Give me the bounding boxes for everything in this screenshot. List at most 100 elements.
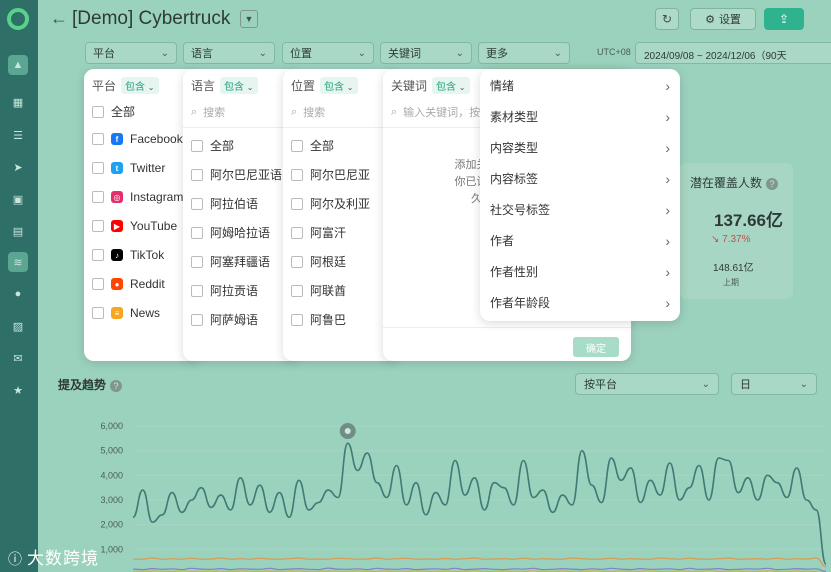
chevron-down-icon: ⌄ [701,378,710,390]
location-option[interactable]: 阿尔巴尼亚 [291,166,370,183]
chevron-down-icon[interactable]: ▼ [240,10,258,28]
checkbox[interactable] [92,162,104,174]
location-option[interactable]: 阿根廷 [291,253,346,270]
more-filter-item[interactable]: 作者年龄段 › [490,294,670,311]
sidebar-item-image-icon[interactable]: ▨ [8,316,28,336]
export-button[interactable]: ⇪ [764,8,804,30]
include-select[interactable]: 包含 ⌄ [121,77,159,94]
checkbox[interactable] [92,307,104,319]
confirm-button[interactable]: 确定 [573,337,619,357]
chevron-right-icon: › [665,77,670,94]
option-label: 阿尔及利亚 [310,197,371,211]
sidebar-item-chat-icon[interactable]: ▣ [8,189,28,209]
filter-language[interactable]: 语言 ⌄ [183,42,275,64]
checkbox[interactable] [92,105,104,118]
youtube-icon: ▶ [111,220,123,232]
menu-item-label: 作者年龄段 [490,296,551,310]
checkbox[interactable] [291,197,303,210]
checkbox[interactable] [291,139,303,152]
checkbox[interactable] [291,284,303,297]
more-filter-item[interactable]: 内容标签 › [490,170,670,187]
checkbox[interactable] [92,133,104,145]
more-filter-item[interactable]: 作者 › [490,232,670,249]
language-option[interactable]: 阿萨姆语 [191,311,258,328]
sidebar-item-dashboard-icon[interactable]: ▦ [8,92,28,112]
more-filter-item[interactable]: 素材类型 › [490,108,670,125]
location-option[interactable]: 全部 [291,137,334,154]
sidebar-item-send-icon[interactable]: ➤ [8,157,28,177]
language-option[interactable]: 阿拉贡语 [191,282,258,299]
more-filter-item[interactable]: 内容类型 › [490,139,670,156]
more-filter-item[interactable]: 作者性别 › [490,263,670,280]
filter-keyword[interactable]: 关键词 ⌄ [380,42,472,64]
filter-location[interactable]: 位置 ⌄ [282,42,374,64]
platform-option[interactable]: 全部 [92,103,135,120]
checkbox[interactable] [291,168,303,181]
platform-option[interactable]: ♪ TikTok [92,248,164,262]
language-option[interactable]: 阿塞拜疆语 [191,253,270,270]
chevron-down-icon: ⌄ [246,83,254,92]
sidebar-item-users-icon[interactable]: ● [8,284,28,304]
option-label: Twitter [130,161,166,175]
app-logo[interactable] [7,8,29,30]
platform-option[interactable]: ▶ YouTube [92,219,177,233]
keyword-input[interactable]: ⌕ 输入关键词，按 [391,104,480,120]
checkbox[interactable] [191,168,203,181]
language-option[interactable]: 阿尔巴尼亚语 [191,166,282,183]
platform-option[interactable]: ◎ Instagram [92,190,183,204]
checkbox[interactable] [291,313,303,326]
sidebar-item-star-icon[interactable]: ★ [8,380,28,400]
checkbox[interactable] [191,255,203,268]
stat-change: ↘ 7.37% [711,234,751,245]
sidebar-item-projects-icon[interactable]: ▲ [8,55,28,75]
checkbox[interactable] [191,313,203,326]
location-option[interactable]: 阿尔及利亚 [291,195,370,212]
help-icon[interactable]: ? [110,380,123,392]
sidebar-item-audio-icon[interactable]: ≋ [8,252,28,272]
location-option[interactable]: 阿富汗 [291,224,346,241]
date-range-picker[interactable]: 2024/09/08 ~ 2024/12/06（90天 [635,42,831,64]
include-select[interactable]: 包含 ⌄ [320,77,358,94]
platform-option[interactable]: ● Reddit [92,277,165,291]
refresh-button[interactable]: ↻ [655,8,679,30]
trend-interval-select[interactable]: 日 ⌄ [731,373,817,395]
more-filter-item[interactable]: 社交号标签 › [490,201,670,218]
language-option[interactable]: 阿拉伯语 [191,195,258,212]
language-option[interactable]: 全部 [191,137,234,154]
settings-button[interactable]: ⚙ 设置 [690,8,756,30]
checkbox[interactable] [291,226,303,239]
sidebar-item-list-icon[interactable]: ☰ [8,125,28,145]
checkbox[interactable] [291,255,303,268]
trend-group-select[interactable]: 按平台 ⌄ [575,373,719,395]
include-select[interactable]: 包含 ⌄ [220,77,258,94]
sidebar-item-report-icon[interactable]: ▤ [8,221,28,241]
checkbox[interactable] [92,278,104,290]
checkbox[interactable] [191,284,203,297]
filter-more[interactable]: 更多 ⌄ [478,42,570,64]
language-option[interactable]: 阿姆哈拉语 [191,224,270,241]
include-select[interactable]: 包含 ⌄ [432,77,470,94]
series-line [132,557,827,568]
checkbox[interactable] [191,139,203,152]
arrow-left-icon[interactable]: ← [50,8,68,29]
more-filter-item[interactable]: 情绪 › [490,77,670,94]
checkbox[interactable] [92,191,104,203]
option-label: 阿鲁巴 [310,313,347,327]
platform-option[interactable]: t Twitter [92,161,165,175]
location-option[interactable]: 阿鲁巴 [291,311,346,328]
platform-option[interactable]: f Facebook [92,132,183,146]
stat-card-reach: 潜在覆盖人数? 137.66亿 ↘ 7.37% 148.61亿 上期 [680,163,793,299]
option-label: News [130,306,161,320]
location-search[interactable]: ⌕ 搜索 [291,104,325,120]
language-search[interactable]: ⌕ 搜索 [191,104,225,120]
checkbox[interactable] [92,220,104,232]
filter-platform[interactable]: 平台 ⌄ [85,42,177,64]
y-tick-label: 3,000 [100,495,123,505]
checkbox[interactable] [92,249,104,261]
platform-option[interactable]: ≡ News [92,306,160,320]
location-option[interactable]: 阿联酋 [291,282,346,299]
checkbox[interactable] [191,197,203,210]
checkbox[interactable] [191,226,203,239]
help-icon[interactable]: ? [766,178,779,190]
sidebar-item-mail-icon[interactable]: ✉ [8,348,28,368]
